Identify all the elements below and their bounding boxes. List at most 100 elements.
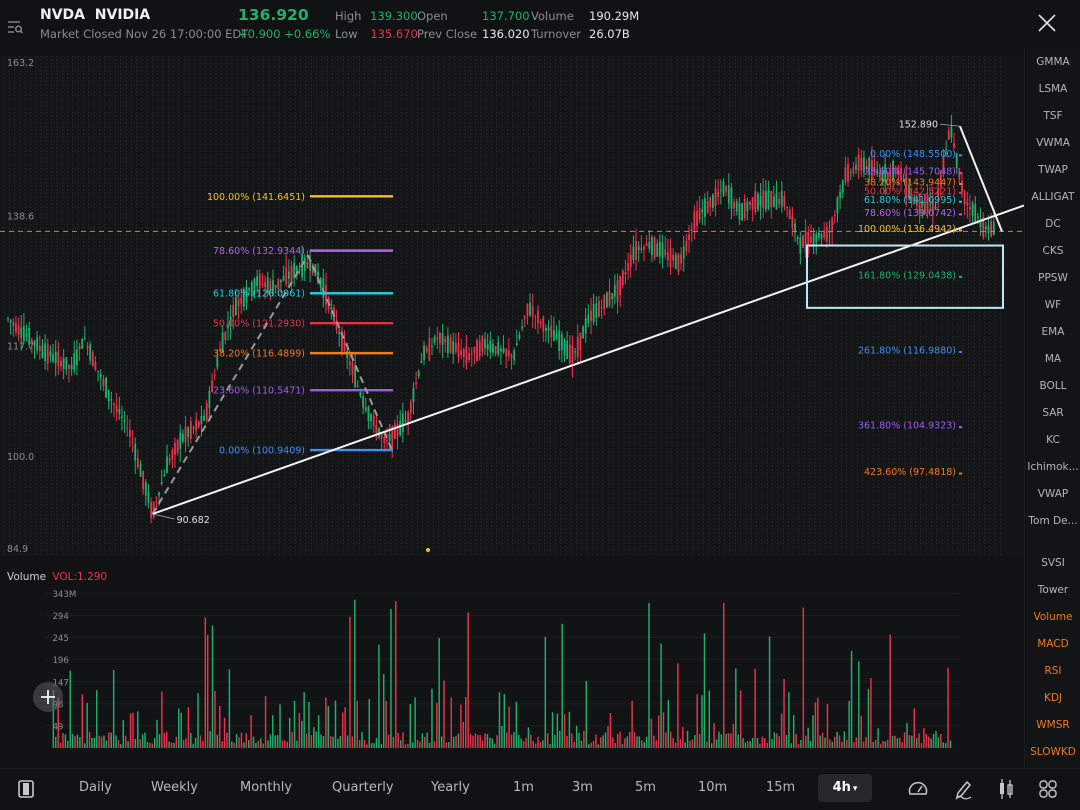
indicator-ema[interactable]: EMA [1025,326,1080,338]
candle-body [166,456,168,473]
candle-body [534,316,537,318]
volume-bar [120,744,122,748]
add-indicator-button[interactable] [33,682,63,712]
volume-bar [518,734,520,748]
volume-bar [795,733,797,748]
candle-body [168,458,171,462]
candle-body [420,360,423,364]
candle-body [15,322,17,333]
candle-body [518,334,521,339]
menu-search-icon[interactable] [6,18,24,36]
period-tab-1m[interactable]: 1m [513,780,534,795]
indicator-ma[interactable]: MA [1025,353,1080,365]
layout-toggle-icon[interactable] [14,777,38,801]
candle-body [841,180,844,193]
indicator-ppsw[interactable]: PPSW [1025,272,1080,284]
indicator-boll[interactable]: BOLL [1025,380,1080,392]
indicator-gmma[interactable]: GMMA [1025,56,1080,68]
candle-body [950,126,953,138]
candle-body [330,307,333,309]
draw-pen-icon[interactable] [951,777,975,801]
volume-bar [477,735,479,748]
volume-bar [870,678,872,748]
price-chart[interactable]: 163.2138.6117.7100.084.9 Jul 17, 2024Jul… [0,56,1024,556]
gauge-icon[interactable] [906,777,930,801]
period-tab-15m[interactable]: 15m [766,780,795,795]
stat-label: Open [417,9,448,23]
volume-bar [272,715,274,748]
volume-bar [117,740,120,748]
volume-bar [739,690,742,748]
indicator-ichimok[interactable]: Ichimok... [1025,461,1080,473]
volume-bar [368,698,370,748]
period-tab-quarterly[interactable]: Quarterly [332,780,394,795]
volume-bar [452,737,455,748]
period-tab-weekly[interactable]: Weekly [151,780,198,795]
candle-body [825,226,828,242]
candle-body [833,214,836,216]
candle-body [65,357,68,370]
volume-bar [689,740,691,748]
period-tab-4h[interactable]: 4h ▾ [818,774,872,802]
sub-indicator-kdj[interactable]: KDJ [1025,692,1080,704]
volume-bar [660,643,662,748]
candlestick-icon[interactable] [994,777,1018,801]
sub-indicator-tower[interactable]: Tower [1025,584,1080,596]
close-icon[interactable] [1036,12,1058,34]
fib-ext-marker [959,472,962,475]
indicator-kc[interactable]: KC [1025,434,1080,446]
indicator-alligat[interactable]: ALLIGAT [1025,191,1080,203]
volume-bar [486,734,489,748]
volume-chart[interactable]: 343M2942451961479849 [0,586,1024,768]
volume-bar [785,735,788,748]
candle-body [348,361,351,366]
indicator-cks[interactable]: CKS [1025,245,1080,257]
period-tab-yearly[interactable]: Yearly [431,780,470,795]
indicator-tsf[interactable]: TSF [1025,110,1080,122]
grid-apps-icon[interactable] [1036,777,1060,801]
candle-body [60,360,62,367]
volume-bar [383,674,385,748]
y-tick-label: 100.0 [7,452,34,463]
volume-bar [566,735,568,748]
volume-bar [317,715,320,748]
candle-body [606,292,608,308]
indicator-vwap[interactable]: VWAP [1025,488,1080,500]
sub-indicator-wmsr[interactable]: WMSR [1025,719,1080,731]
indicator-sar[interactable]: SAR [1025,407,1080,419]
indicator-wf[interactable]: WF [1025,299,1080,311]
indicator-dc[interactable]: DC [1025,218,1080,230]
candle-body [765,191,767,210]
volume-bar [860,715,862,748]
candle-body [523,316,526,319]
volume-bar [874,739,877,748]
period-tab-5m[interactable]: 5m [635,780,656,795]
candle-body [709,197,712,208]
volume-bar [831,741,834,748]
period-tab-10m[interactable]: 10m [698,780,727,795]
sub-indicator-slowkd[interactable]: SLOWKD [1025,746,1080,758]
volume-bar [472,735,474,748]
volume-bar [460,704,462,748]
candle-body [380,434,383,439]
period-tab-daily[interactable]: Daily [79,780,112,795]
sub-indicator-volume[interactable]: Volume [1025,611,1080,623]
volume-bar [455,736,457,748]
indicator-tomde[interactable]: Tom De... [1025,515,1080,527]
volume-value: VOL:1.290 [52,571,108,583]
period-tab-monthly[interactable]: Monthly [240,780,292,795]
stat-value: 139.300 [370,9,418,23]
sub-indicator-svsi[interactable]: SVSI [1025,557,1080,569]
candle-body [839,192,841,199]
volume-bar [83,743,86,748]
period-tab-3m[interactable]: 3m [572,780,593,795]
indicator-twap[interactable]: TWAP [1025,164,1080,176]
indicator-lsma[interactable]: LSMA [1025,83,1080,95]
sub-indicator-rsi[interactable]: RSI [1025,665,1080,677]
volume-bar [853,742,855,748]
sub-indicator-macd[interactable]: MACD [1025,638,1080,650]
indicator-vwma[interactable]: VWMA [1025,137,1080,149]
volume-bar [754,668,756,748]
fib-ext-label: 423.60% (97.4818) [864,467,956,478]
volume-bar [64,734,67,748]
